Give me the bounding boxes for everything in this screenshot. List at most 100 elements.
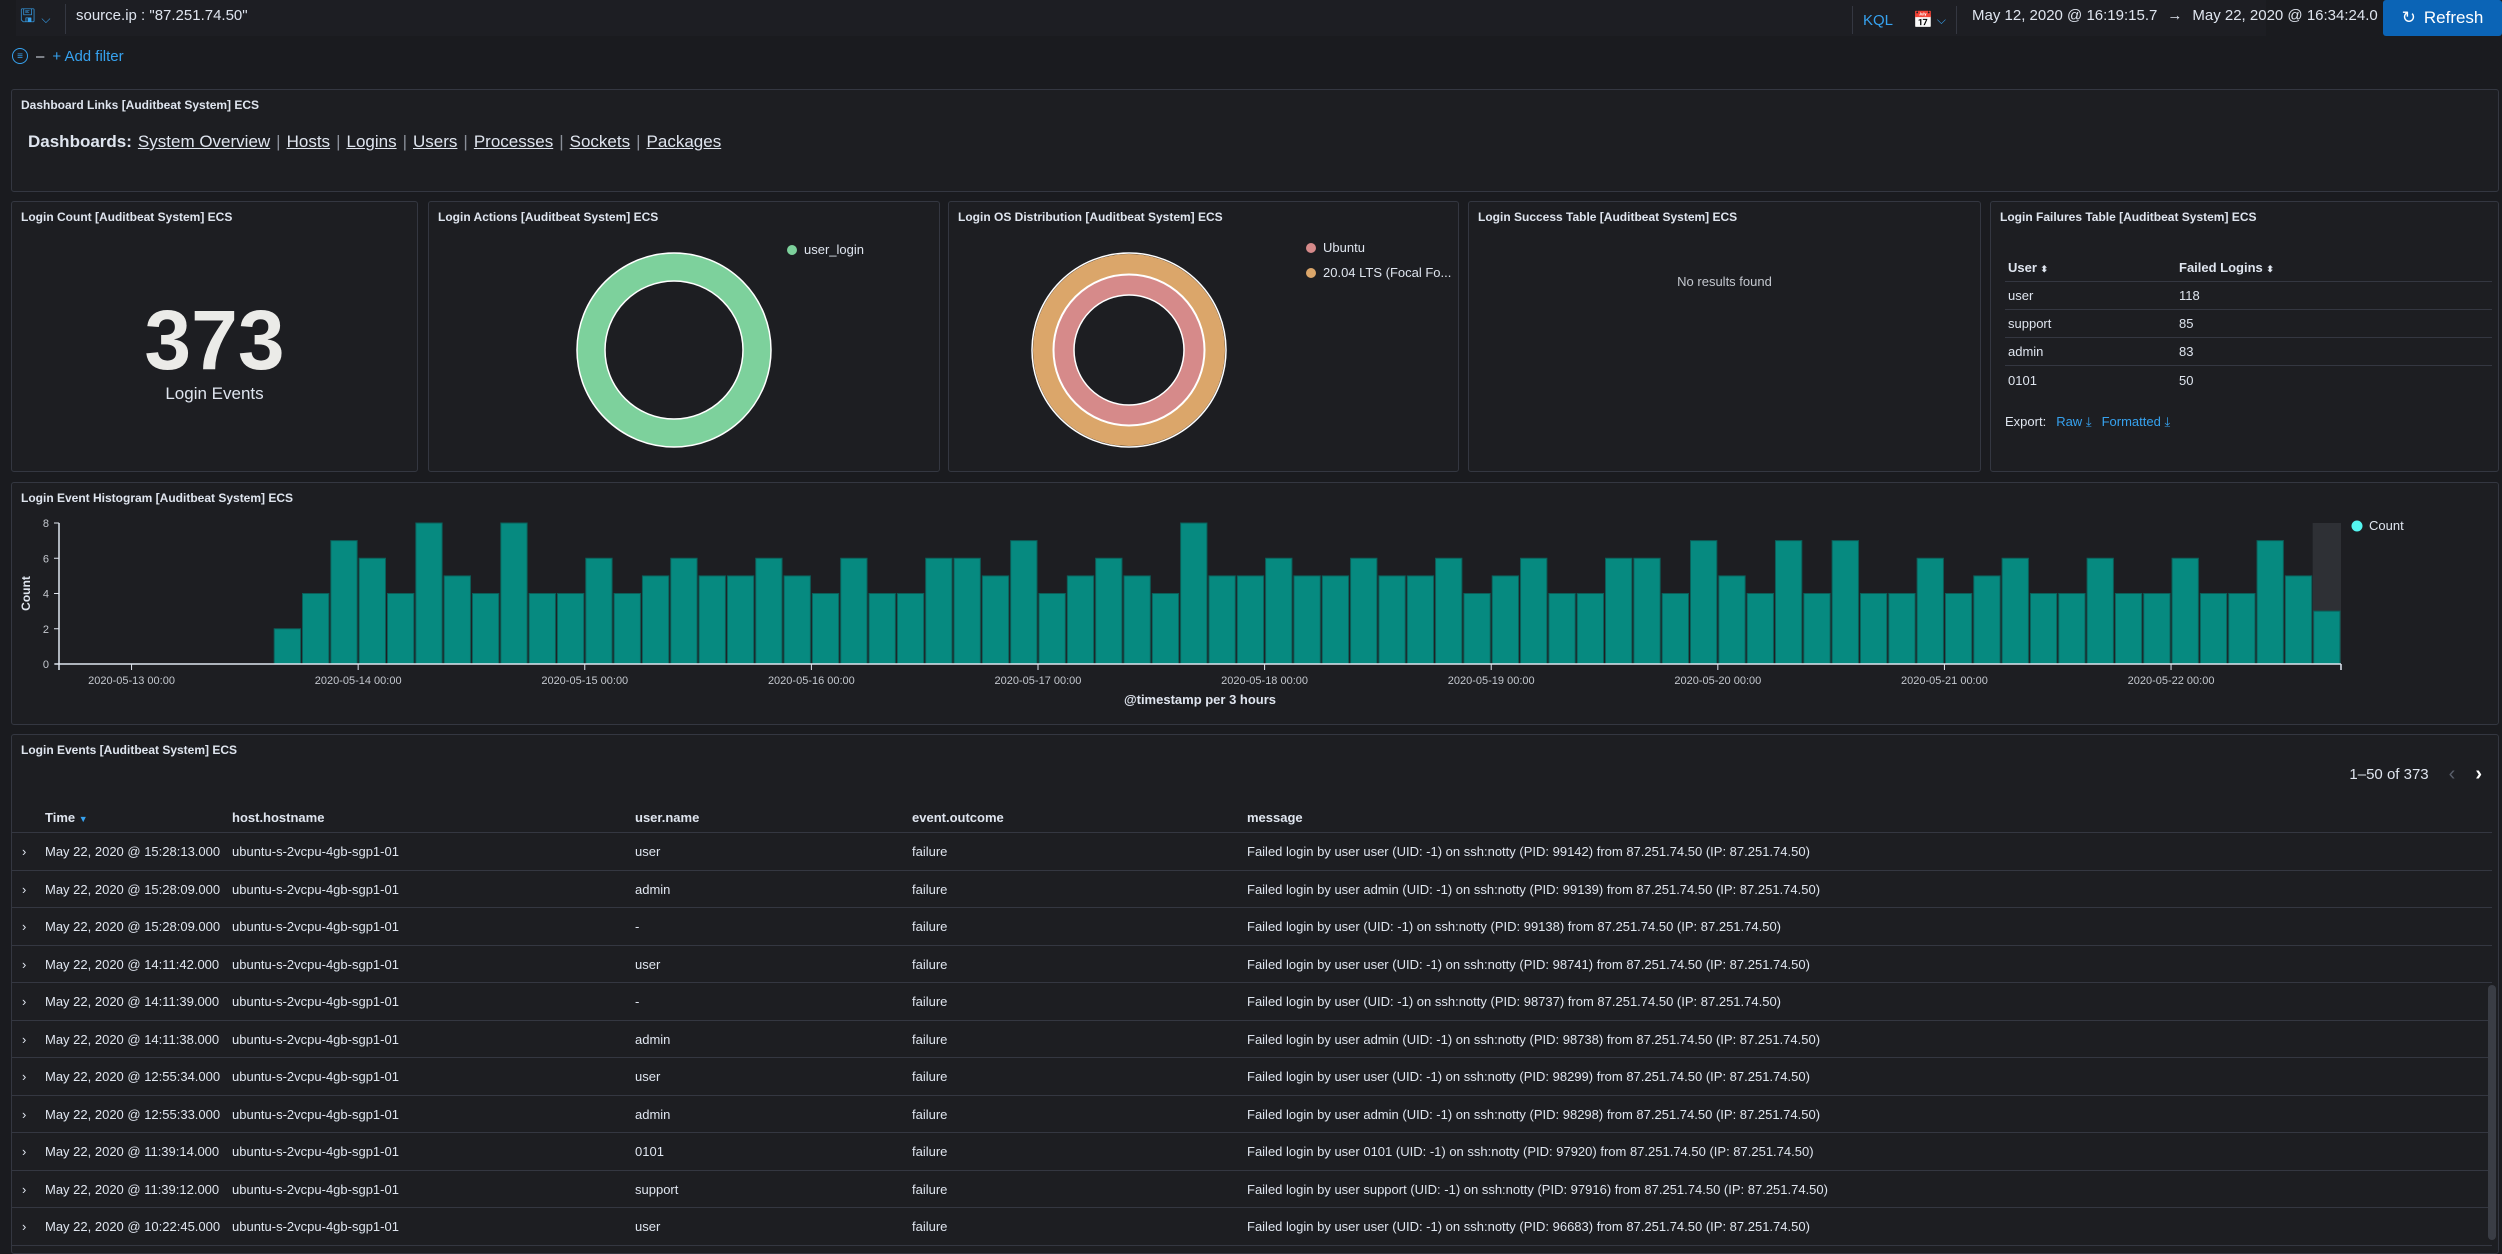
histogram-bar[interactable] xyxy=(2114,593,2143,665)
histogram-bar[interactable] xyxy=(783,575,811,665)
histogram-bar[interactable] xyxy=(273,628,302,665)
histogram-bar[interactable] xyxy=(2143,593,2171,665)
export-formatted-link[interactable]: Formatted ⤓ xyxy=(2102,414,2171,430)
expand-row-icon[interactable]: › xyxy=(22,1107,26,1122)
histogram-bar[interactable] xyxy=(1406,575,1435,665)
histogram-bar[interactable] xyxy=(1831,540,1859,665)
histogram-bar[interactable] xyxy=(358,557,386,665)
histogram-bar[interactable] xyxy=(896,593,925,665)
link-sockets[interactable]: Sockets xyxy=(570,132,630,152)
histogram-bar[interactable] xyxy=(726,575,755,665)
histogram-bar[interactable] xyxy=(1973,575,2001,665)
histogram-bar[interactable] xyxy=(585,557,613,665)
legend-label[interactable]: Count xyxy=(2369,518,2404,533)
histogram-bar[interactable] xyxy=(1066,575,1095,665)
histogram-bar[interactable] xyxy=(2284,575,2313,665)
column-header-failed-logins[interactable]: Failed Logins ⬍ xyxy=(2179,260,2274,275)
histogram-bar[interactable] xyxy=(1010,540,1038,665)
add-filter-link[interactable]: + Add filter xyxy=(52,48,123,65)
export-raw-link[interactable]: Raw ⤓ xyxy=(2056,414,2091,430)
donut-slice-ubuntu[interactable] xyxy=(1054,275,1204,425)
link-logins[interactable]: Logins xyxy=(346,132,396,152)
histogram-bar[interactable] xyxy=(1293,575,1321,665)
histogram-bar[interactable] xyxy=(471,593,500,665)
histogram-bar[interactable] xyxy=(1746,593,1774,665)
link-hosts[interactable]: Hosts xyxy=(287,132,330,152)
expand-row-icon[interactable]: › xyxy=(22,882,26,897)
histogram-bar[interactable] xyxy=(330,540,358,665)
column-header-user[interactable]: User ⬍ xyxy=(2008,260,2179,275)
histogram-bar[interactable] xyxy=(1208,575,1236,665)
histogram-bar[interactable] xyxy=(1520,557,1548,665)
expand-row-icon[interactable]: › xyxy=(22,994,26,1009)
expand-row-icon[interactable]: › xyxy=(22,1069,26,1084)
histogram-bar[interactable] xyxy=(2313,610,2341,665)
histogram-bar[interactable] xyxy=(1095,557,1123,665)
histogram-bar[interactable] xyxy=(1236,575,1265,665)
histogram-bar[interactable] xyxy=(1576,593,1605,665)
histogram-bar[interactable] xyxy=(1180,522,1208,665)
table-row[interactable]: › May 22, 2020 @ 15:28:13.000 ubuntu-s-2vc… xyxy=(12,833,2492,871)
histogram-bar[interactable] xyxy=(1633,557,1661,665)
histogram-bar[interactable] xyxy=(1350,557,1378,665)
expand-row-icon[interactable]: › xyxy=(22,1182,26,1197)
histogram-bar[interactable] xyxy=(1803,593,1831,665)
histogram-bar[interactable] xyxy=(755,557,783,665)
end-date[interactable]: May 22, 2020 @ 16:34:24.0 xyxy=(2192,7,2377,24)
table-row[interactable]: › May 22, 2020 @ 15:28:09.000 ubuntu-s-2vc… xyxy=(12,908,2492,946)
histogram-bar[interactable] xyxy=(840,557,868,665)
histogram-bar[interactable] xyxy=(2058,593,2086,665)
link-processes[interactable]: Processes xyxy=(474,132,553,152)
histogram-bar[interactable] xyxy=(1661,593,1689,665)
saved-query-button[interactable]: 🖫 ⌵ xyxy=(16,4,66,34)
table-row[interactable]: › May 22, 2020 @ 12:55:34.000 ubuntu-s-2vc… xyxy=(12,1058,2492,1096)
scrollbar-thumb[interactable] xyxy=(2488,985,2496,1240)
histogram-bar[interactable] xyxy=(1435,557,1463,665)
histogram-bar[interactable] xyxy=(1916,557,1944,665)
histogram-bar[interactable] xyxy=(1265,557,1293,665)
histogram-bar[interactable] xyxy=(1774,540,1803,665)
filter-menu-icon[interactable]: ≡ xyxy=(12,48,28,64)
expand-row-icon[interactable]: › xyxy=(22,844,26,859)
histogram-bar[interactable] xyxy=(2001,557,2029,665)
histogram-bar[interactable] xyxy=(1038,593,1066,665)
table-row[interactable]: › May 22, 2020 @ 14:11:38.000 ubuntu-s-2vc… xyxy=(12,1021,2492,1058)
expand-row-icon[interactable]: › xyxy=(22,957,26,972)
histogram-bar[interactable] xyxy=(868,593,896,665)
column-header-message[interactable]: message xyxy=(1247,810,1303,825)
prev-page-icon[interactable]: ‹ xyxy=(2449,763,2456,786)
expand-row-icon[interactable]: › xyxy=(22,1219,26,1234)
query-input[interactable]: source.ip : "87.251.74.50" xyxy=(76,7,248,24)
date-quick-menu[interactable]: 📅 ⌵ xyxy=(1905,6,1957,34)
table-row[interactable]: › May 22, 2020 @ 11:39:14.000 ubuntu-s-2vc… xyxy=(12,1133,2492,1171)
histogram-bar[interactable] xyxy=(1151,593,1180,665)
histogram-bar[interactable] xyxy=(2171,557,2199,665)
legend-item[interactable]: 20.04 LTS (Focal Fo... xyxy=(1306,265,1451,280)
histogram-bar[interactable] xyxy=(953,557,981,665)
histogram-bar[interactable] xyxy=(811,593,840,665)
histogram-bar[interactable] xyxy=(2256,540,2284,665)
histogram-bar[interactable] xyxy=(641,575,670,665)
start-date[interactable]: May 12, 2020 @ 16:19:15.7 xyxy=(1972,7,2157,24)
histogram-bar[interactable] xyxy=(1718,575,1746,665)
expand-row-icon[interactable]: › xyxy=(22,1032,26,1047)
column-header-username[interactable]: user.name xyxy=(635,810,699,825)
histogram-bar[interactable] xyxy=(1859,593,1888,665)
table-row[interactable]: › May 22, 2020 @ 14:11:42.000 ubuntu-s-2vc… xyxy=(12,946,2492,983)
column-header-outcome[interactable]: event.outcome xyxy=(912,810,1004,825)
histogram-bar[interactable] xyxy=(1378,575,1406,665)
histogram-bar[interactable] xyxy=(415,522,443,665)
link-system-overview[interactable]: System Overview xyxy=(138,132,270,152)
histogram-bar[interactable] xyxy=(2029,593,2058,665)
histogram-bar[interactable] xyxy=(1689,540,1718,665)
histogram-bar[interactable] xyxy=(2228,593,2256,665)
table-row[interactable]: › May 22, 2020 @ 14:11:39.000 ubuntu-s-2vc… xyxy=(12,983,2492,1021)
histogram-bar[interactable] xyxy=(1605,557,1633,665)
legend-item[interactable]: user_login xyxy=(787,242,864,257)
histogram-bar[interactable] xyxy=(386,593,415,665)
histogram-bar[interactable] xyxy=(981,575,1010,665)
table-row[interactable]: › May 22, 2020 @ 11:39:12.000 ubuntu-s-2vc… xyxy=(12,1171,2492,1208)
column-header-hostname[interactable]: host.hostname xyxy=(232,810,324,825)
histogram-bar[interactable] xyxy=(613,593,641,665)
histogram-bar[interactable] xyxy=(2086,557,2114,665)
